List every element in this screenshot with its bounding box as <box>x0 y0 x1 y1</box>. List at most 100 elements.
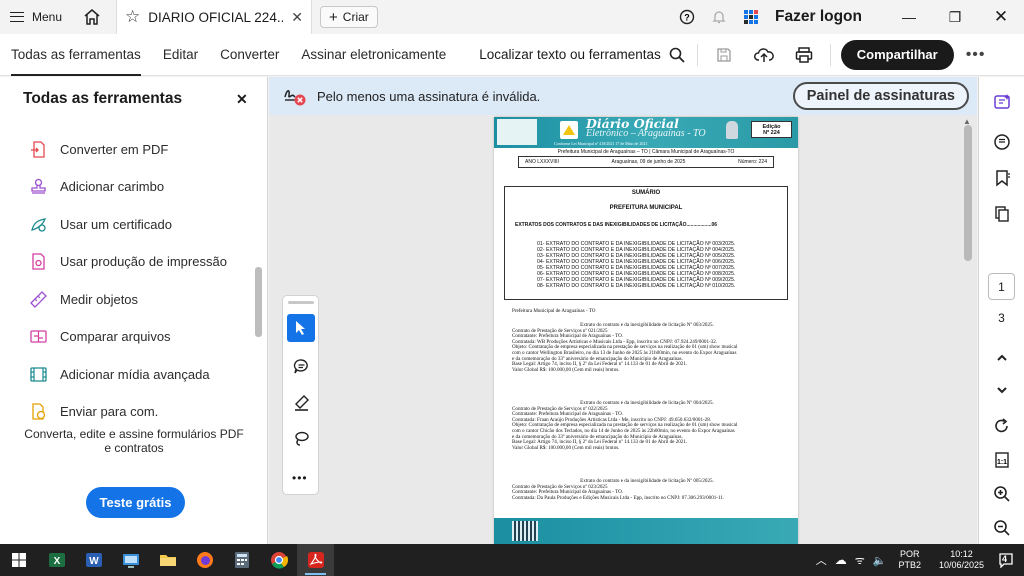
volume-icon[interactable]: 🔈 <box>873 554 887 567</box>
cloud-icon[interactable]: ☁ <box>835 553 847 567</box>
promo-text: Converta, edite e assine formulários PDF… <box>24 427 244 455</box>
apps-button[interactable] <box>735 0 767 34</box>
wifi-icon[interactable]: ᯤ <box>855 553 865 568</box>
language-indicator[interactable]: POR PTB2 <box>898 549 921 571</box>
tool-label: Usar produção de impressão <box>60 254 227 269</box>
taskbar-acrobat[interactable] <box>297 544 334 576</box>
zoom-out-button[interactable] <box>991 517 1013 539</box>
print-button[interactable] <box>788 38 820 72</box>
summary-title: SUMÁRIO <box>631 190 661 196</box>
taskbar-file-explorer[interactable] <box>149 544 186 576</box>
extract-line: Valor Global R$: 100.000,00 (Cem mil rea… <box>512 444 620 451</box>
page-fit-button[interactable]: 1:1 <box>991 449 1013 471</box>
issue-number: Número: 224 <box>738 159 767 165</box>
panel-scrollbar[interactable] <box>255 267 262 337</box>
taskbar-chrome[interactable] <box>260 544 297 576</box>
notification-center-button[interactable]: 4 <box>994 550 1018 570</box>
close-panel-icon[interactable]: ✕ <box>236 91 248 108</box>
plus-icon: + <box>329 8 338 26</box>
tab-all-tools[interactable]: Todas as ferramentas <box>0 34 152 76</box>
taskbar-control-panel[interactable] <box>112 544 149 576</box>
summary-item[interactable]: 08- EXTRATO DO CONTRATO E DA INEXIGIBILI… <box>537 283 735 289</box>
clock[interactable]: 10:12 10/06/2025 <box>939 549 984 571</box>
chevron-up-icon <box>997 354 1007 361</box>
tab-sign[interactable]: Assinar eletronicamente <box>290 34 457 76</box>
star-icon[interactable]: ☆ <box>125 7 140 27</box>
fit-page-icon: 1:1 <box>995 452 1009 468</box>
signature-panel-button[interactable]: Painel de assinaturas <box>792 82 969 110</box>
toolbar-divider <box>696 43 698 66</box>
help-icon: ? <box>679 9 695 25</box>
quick-tools-bar: ••• <box>282 295 319 495</box>
tab-convert[interactable]: Converter <box>209 34 290 76</box>
rotate-button[interactable] <box>991 415 1013 437</box>
comments-button[interactable] <box>991 131 1013 153</box>
minimize-button[interactable]: — <box>886 0 932 34</box>
find-tools-button[interactable]: Localizar texto ou ferramentas <box>479 47 685 63</box>
highlight-tool-button[interactable] <box>287 388 315 416</box>
previous-page-button[interactable] <box>991 347 1013 369</box>
menu-button[interactable]: Menu <box>0 0 72 34</box>
close-tab-icon[interactable]: ✕ <box>291 9 303 26</box>
create-button[interactable]: + Criar <box>320 6 378 28</box>
close-window-button[interactable]: ✕ <box>978 0 1024 34</box>
org-line: Prefeitura Municipal de Araguaínas – TO … <box>557 149 735 155</box>
pages-button[interactable] <box>991 203 1013 225</box>
start-button[interactable] <box>0 544 38 576</box>
save-button[interactable] <box>708 38 740 72</box>
more-options-icon[interactable]: ••• <box>966 46 986 64</box>
comment-tool-button[interactable] <box>287 352 315 380</box>
highlighter-icon <box>294 394 309 411</box>
tool-use-certificate[interactable]: Usar um certificado <box>30 216 172 233</box>
svg-text:X: X <box>53 556 60 567</box>
taskbar-firefox[interactable] <box>186 544 223 576</box>
svg-text:?: ? <box>684 13 690 23</box>
coat-of-arms-icon <box>726 121 738 139</box>
notifications-button[interactable] <box>703 0 735 34</box>
share-button[interactable]: Compartilhar <box>840 39 954 70</box>
tool-send-for-comments[interactable]: Enviar para com. <box>30 403 158 420</box>
help-button[interactable]: ? <box>671 0 703 34</box>
draw-tool-button[interactable] <box>287 424 315 452</box>
bookmarks-button[interactable] <box>991 167 1013 189</box>
more-tools-icon[interactable]: ••• <box>292 471 308 485</box>
zoom-in-button[interactable] <box>991 483 1013 505</box>
windows-logo-icon <box>12 553 26 567</box>
upload-button[interactable] <box>748 38 780 72</box>
select-tool-button[interactable] <box>287 314 315 342</box>
drag-handle[interactable] <box>288 301 314 304</box>
language-code: POR <box>899 549 920 559</box>
taskbar-calculator[interactable] <box>223 544 260 576</box>
pages-icon <box>995 206 1009 222</box>
edition-number: Nº 224 <box>763 130 780 136</box>
header-info-box <box>497 119 537 145</box>
upload-cloud-icon <box>753 47 774 62</box>
chevron-up-icon[interactable]: ︿ <box>816 552 827 568</box>
tool-add-stamp[interactable]: Adicionar carimbo <box>30 178 164 195</box>
tool-label: Usar um certificado <box>60 217 172 232</box>
tool-rich-media[interactable]: Adicionar mídia avançada <box>30 366 210 383</box>
extract-block: Extrato do contrato e da inexigibilidade… <box>512 478 782 501</box>
free-trial-button[interactable]: Teste grátis <box>86 487 185 518</box>
comments-icon <box>994 134 1010 150</box>
firefox-icon <box>196 552 213 568</box>
summary-list: 01- EXTRATO DO CONTRATO E DA INEXIGIBILI… <box>537 241 735 289</box>
tab-edit[interactable]: Editar <box>152 34 209 76</box>
system-tray: ︿ ☁ ᯤ 🔈 POR PTB2 10:12 10/06/2025 4 <box>816 544 1024 576</box>
login-button[interactable]: Fazer logon <box>775 8 862 26</box>
maximize-button[interactable]: ❐ <box>932 0 978 34</box>
taskbar-word[interactable]: W <box>75 544 112 576</box>
taskbar-excel[interactable]: X <box>38 544 75 576</box>
ai-assistant-button[interactable] <box>991 91 1013 113</box>
gazette-footer <box>494 518 798 544</box>
right-tool-rail: 1 3 1:1 <box>978 77 1024 544</box>
tool-print-production[interactable]: Usar produção de impressão <box>30 253 227 270</box>
document-tab[interactable]: ☆ DIARIO OFICIAL 224.... ✕ <box>116 0 313 34</box>
tool-measure[interactable]: Medir objetos <box>30 291 138 308</box>
tool-compare[interactable]: Comparar arquivos <box>30 328 171 345</box>
current-page-input[interactable]: 1 <box>988 273 1015 300</box>
next-page-button[interactable] <box>991 379 1013 401</box>
tool-convert-pdf[interactable]: Converter em PDF <box>30 141 168 158</box>
document-scrollbar[interactable] <box>964 125 972 261</box>
home-button[interactable] <box>72 0 112 34</box>
